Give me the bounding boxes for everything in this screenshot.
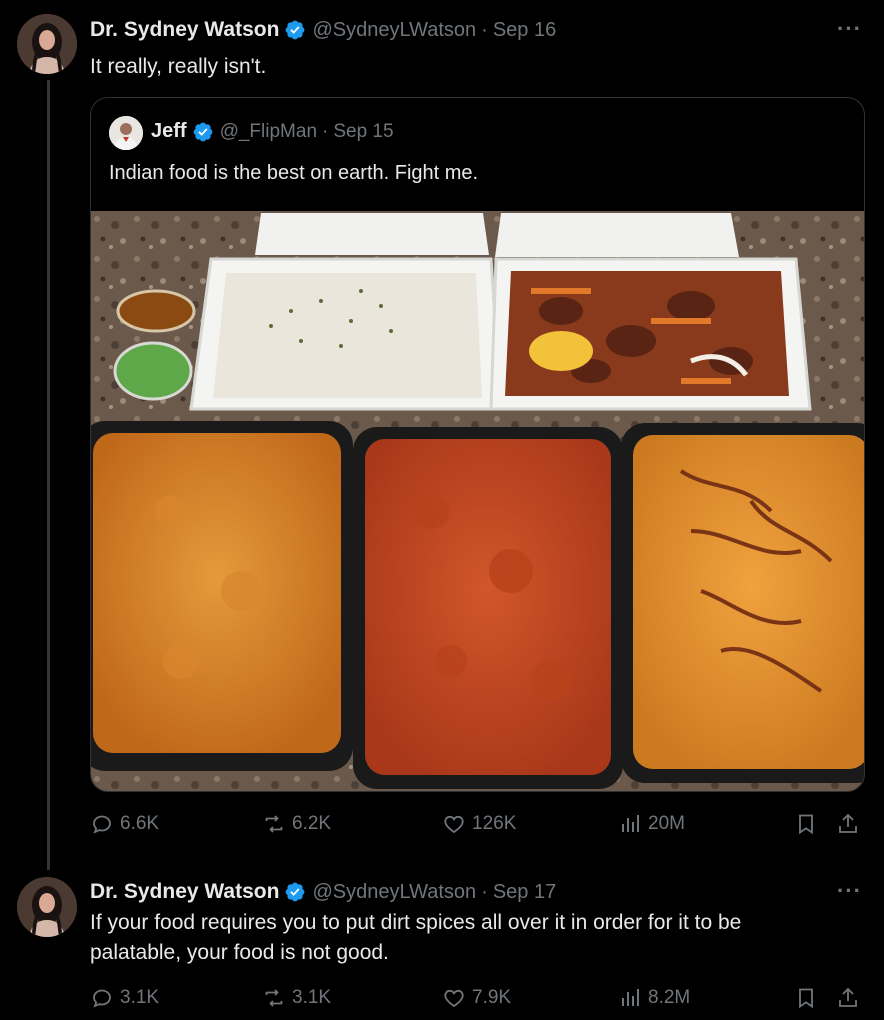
bookmark-icon (794, 986, 818, 1010)
quoted-text: Indian food is the best on earth. Fight … (109, 162, 479, 184)
separator-dot: · (322, 120, 329, 142)
reply-count: 3.1K (120, 987, 160, 1008)
view-count: 20M (648, 813, 685, 834)
author-name[interactable]: Dr. Sydney Watson (90, 880, 279, 904)
quoted-date[interactable]: Sep 15 (333, 121, 393, 143)
verified-badge-icon[interactable] (284, 881, 306, 903)
quoted-author-handle[interactable]: @_FlipMan (220, 121, 317, 143)
author-avatar[interactable] (17, 877, 77, 937)
repost-button[interactable]: 3.1K (262, 986, 331, 1010)
lemon-wedge (529, 331, 593, 371)
verified-badge-icon[interactable] (192, 121, 214, 143)
like-button[interactable]: 126K (442, 812, 516, 836)
share-icon (836, 812, 860, 836)
bookmark-icon (794, 812, 818, 836)
author-name[interactable]: Dr. Sydney Watson (90, 18, 279, 42)
avatar-image (17, 877, 77, 937)
like-icon (442, 986, 466, 1010)
reply-icon (90, 812, 114, 836)
separator-dot: · (481, 18, 488, 41)
quoted-author-name[interactable]: Jeff (151, 120, 187, 143)
like-count: 126K (472, 813, 517, 834)
more-options-icon[interactable]: ··· (837, 878, 862, 904)
tweet-1[interactable]: Dr. Sydney Watson @SydneyLWatson · Sep 1… (0, 0, 884, 870)
tikka-masala-tray (353, 427, 623, 789)
verified-badge-icon[interactable] (284, 19, 306, 41)
repost-icon (262, 986, 286, 1010)
avatar-image (109, 116, 143, 150)
tweet-date[interactable]: Sep 16 (493, 19, 556, 42)
share-button[interactable] (836, 986, 866, 1010)
butter-chicken-tray (91, 421, 353, 771)
like-icon (442, 812, 466, 836)
repost-icon (262, 812, 286, 836)
reply-button[interactable]: 6.6K (90, 812, 159, 836)
like-count: 7.9K (472, 987, 512, 1008)
author-avatar[interactable] (17, 14, 77, 74)
view-count: 8.2M (648, 987, 691, 1008)
separator-dot: · (481, 880, 488, 903)
tweet-header: Dr. Sydney Watson @SydneyLWatson · Sep 1… (90, 880, 556, 904)
author-handle[interactable]: @SydneyLWatson (312, 19, 476, 42)
share-icon (836, 986, 860, 1010)
reply-button[interactable]: 3.1K (90, 986, 159, 1010)
like-button[interactable]: 7.9K (442, 986, 511, 1010)
quoted-author-avatar[interactable] (109, 116, 143, 150)
tweet-text-line-2: palatable, your food is not good. (90, 941, 389, 964)
more-options-icon[interactable]: ··· (837, 16, 862, 42)
repost-button[interactable]: 6.2K (262, 812, 331, 836)
korma-tray (621, 423, 864, 783)
reply-count: 6.6K (120, 813, 160, 834)
reply-icon (90, 986, 114, 1010)
share-button[interactable] (836, 812, 866, 836)
views-icon (618, 986, 642, 1010)
tweet-date[interactable]: Sep 17 (493, 881, 556, 904)
views-icon (618, 812, 642, 836)
author-handle[interactable]: @SydneyLWatson (312, 881, 476, 904)
repost-count: 6.2K (292, 813, 332, 834)
quoted-tweet[interactable]: Jeff @_FlipMan · Sep 15 Indian food is t… (90, 97, 865, 792)
tweet-text-line-1: If your food requires you to put dirt sp… (90, 911, 742, 934)
repost-count: 3.1K (292, 987, 332, 1008)
quoted-header: Jeff @_FlipMan · Sep 15 (151, 120, 394, 143)
tweet-header: Dr. Sydney Watson @SydneyLWatson · Sep 1… (90, 18, 556, 42)
tweet-actions: 3.1K 3.1K 7.9K 8.2M (90, 986, 865, 1016)
tweet-text: It really, really isn't. (90, 55, 267, 78)
bookmark-button[interactable] (794, 812, 824, 836)
food-photo[interactable] (91, 211, 865, 792)
avatar-image (17, 14, 77, 74)
views-button[interactable]: 20M (618, 812, 685, 836)
thread-line (47, 80, 50, 870)
tweet-actions: 6.6K 6.2K 126K 20M (90, 812, 865, 842)
bookmark-button[interactable] (794, 986, 824, 1010)
tweet-2[interactable]: Dr. Sydney Watson @SydneyLWatson · Sep 1… (0, 870, 884, 1020)
views-button[interactable]: 8.2M (618, 986, 690, 1010)
